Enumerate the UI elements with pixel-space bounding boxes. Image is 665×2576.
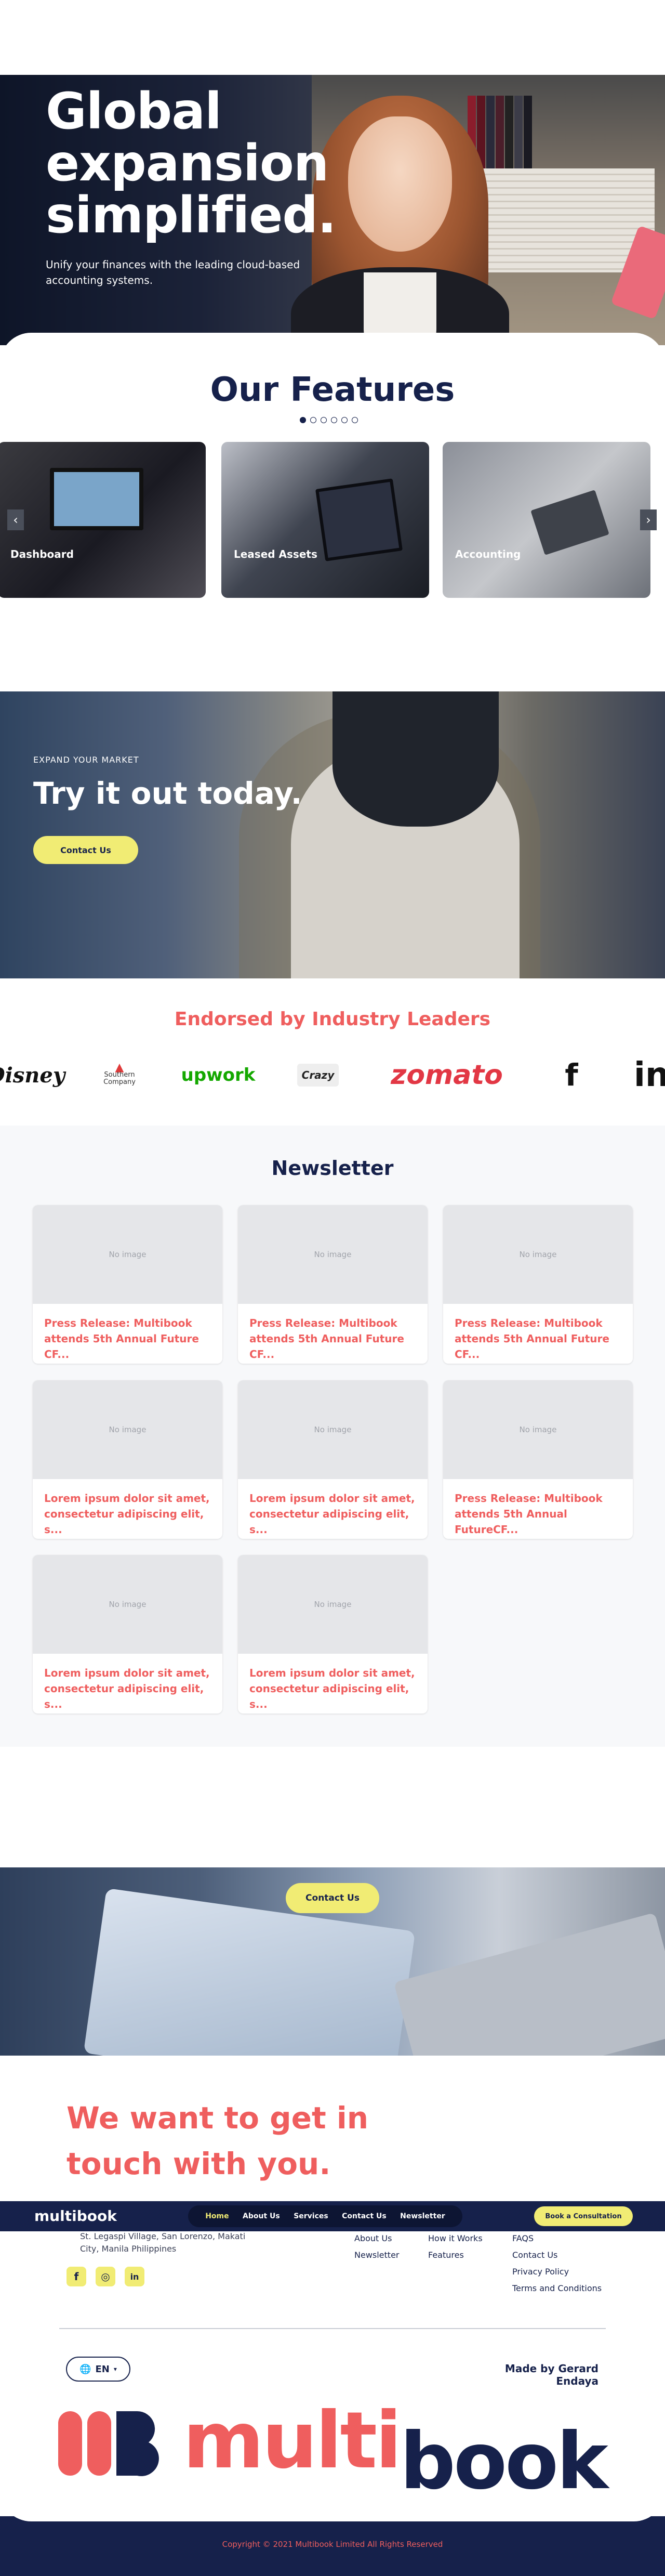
newsletter-card[interactable]: No image Lorem ipsum dolor sit amet, con… [33,1380,222,1539]
newsletter-card-image: No image [238,1380,428,1479]
chevron-right-icon[interactable]: › [640,509,657,530]
carousel-dot[interactable] [321,417,327,423]
newsletter-card-image: No image [238,1205,428,1304]
globe-icon: 🌐 [79,2363,91,2375]
footer-link-how-it-works[interactable]: How it Works [428,2233,483,2243]
copyright-text: Copyright © 2021 Multibook Limited All R… [222,2540,443,2549]
newsletter-card-title[interactable]: Press Release: Multibook attends 5th Ann… [455,1490,621,1537]
newsletter-card[interactable]: No image Press Release: Multibook attend… [443,1380,633,1539]
disney-logo: Disney [0,1063,65,1088]
multibook-logo-icon [58,2411,159,2476]
instagram-icon[interactable]: ◎ [96,2267,115,2286]
chevron-down-icon: ▾ [113,2365,117,2373]
newsletter-card-title[interactable]: Lorem ipsum dolor sit amet, consectetur … [44,1490,210,1537]
newsletter-card-image: No image [33,1205,222,1304]
contact-background-image [83,1888,416,2056]
brand-logo[interactable]: multibook [34,2207,117,2225]
language-selector[interactable]: 🌐 EN ▾ [66,2357,130,2382]
footer-address: St. Legaspi Village, San Lorenzo, Makati… [80,2231,246,2254]
endorsed-title: Endorsed by Industry Leaders [174,1009,491,1030]
newsletter-card-title[interactable]: Press Release: Multibook attends 5th Ann… [44,1315,210,1362]
nav-link-contact-us[interactable]: Contact Us [342,2212,387,2220]
contact-us-button[interactable]: Contact Us [286,1883,379,1913]
feature-card-label: Leased Assets [234,548,317,560]
logo-multi: multi [183,2396,402,2486]
footer-link-terms[interactable]: Terms and Conditions [512,2283,602,2293]
newsletter-card[interactable]: No image Lorem ipsum dolor sit amet, con… [33,1555,222,1714]
features-title: Our Features [210,371,455,409]
newsletter-card[interactable]: No image Press Release: Multibook attend… [33,1205,222,1364]
newsletter-card-title[interactable]: Press Release: Multibook attends 5th Ann… [455,1315,621,1362]
book-consultation-button[interactable]: Book a Consultation [534,2206,633,2226]
newsletter-card[interactable]: No image Lorem ipsum dolor sit amet, con… [238,1555,428,1714]
southern-company-logo: ▲ Southern Company [103,1061,136,1086]
chevron-left-icon[interactable]: ‹ [7,509,24,530]
newsletter-card-image: No image [443,1205,633,1304]
linkedin-icon[interactable]: in [125,2267,144,2286]
feature-card-label: Dashboard [10,548,74,560]
contact-title: We want to get in touch with you. [66,2100,369,2181]
zomato-logo: zomato [391,1060,503,1091]
footer-big-logo: multi book [58,2402,614,2501]
feature-card-label: Accounting [455,548,521,560]
contact-image-section: Contact Us [0,1867,665,2056]
footer-link-privacy-policy[interactable]: Privacy Policy [512,2267,569,2277]
carousel-dot[interactable] [341,417,348,423]
newsletter-card-image: No image [443,1380,633,1479]
top-navbar: multibook Home About Us Services Contact… [0,2201,665,2231]
footer-link-faqs[interactable]: FAQS [512,2233,534,2243]
newsletter-card-title[interactable]: Lorem ipsum dolor sit amet, consectetur … [44,1665,210,1712]
footer-link-about-us[interactable]: About Us [354,2233,392,2243]
newsletter-card[interactable]: No image Lorem ipsum dolor sit amet, con… [238,1380,428,1539]
newsletter-card[interactable]: No image Press Release: Multibook attend… [238,1205,428,1364]
try-title: Try it out today. [33,776,302,811]
feature-card-leased-assets[interactable]: Leased Assets [221,442,429,598]
contact-us-button[interactable]: Contact Us [33,836,138,864]
carousel-dot[interactable] [300,417,306,423]
facebook-logo: f [565,1057,578,1093]
footer-link-contact-us[interactable]: Contact Us [512,2250,557,2260]
carousel-dot[interactable] [331,417,337,423]
nav-link-home[interactable]: Home [205,2212,229,2220]
nav-link-services[interactable]: Services [294,2212,328,2220]
feature-card-dashboard[interactable]: Dashboard [0,442,206,598]
nav-links: Home About Us Services Contact Us Newsle… [188,2205,462,2227]
upwork-logo: upwork [181,1065,256,1086]
footer-link-features[interactable]: Features [428,2250,464,2260]
hero-section: Global expansion simplified. Unify your … [0,75,665,345]
newsletter-card-title[interactable]: Press Release: Multibook attends 5th Ann… [249,1315,416,1362]
features-section: Our Features Dashboard Leased Assets Acc… [0,333,665,655]
newsletter-title: Newsletter [271,1157,394,1180]
nav-link-newsletter[interactable]: Newsletter [400,2212,445,2220]
language-label: EN [95,2363,110,2375]
crazy-logo: Crazy [297,1064,339,1087]
linkedin-logo: in [634,1056,665,1094]
logo-book: book [400,2416,608,2507]
footer-link-newsletter[interactable]: Newsletter [354,2250,400,2260]
newsletter-card-image: No image [238,1555,428,1654]
newsletter-section: Newsletter No image Press Release: Multi… [0,1126,665,1747]
try-kicker: EXPAND YOUR MARKET [33,755,139,765]
hero-subtitle: Unify your finances with the leading clo… [46,258,300,286]
carousel-dot[interactable] [310,417,316,423]
facebook-icon[interactable]: f [66,2267,86,2286]
hero-title: Global expansion simplified. [46,82,337,244]
footer-divider [59,2328,606,2329]
carousel-dots [300,417,367,425]
newsletter-card-image: No image [33,1555,222,1654]
feature-card-accounting[interactable]: Accounting [443,442,650,598]
newsletter-card[interactable]: No image Press Release: Multibook attend… [443,1205,633,1364]
carousel-dot[interactable] [352,417,358,423]
newsletter-card-image: No image [33,1380,222,1479]
try-section: EXPAND YOUR MARKET Try it out today. Con… [0,691,665,978]
nav-link-about-us[interactable]: About Us [243,2212,280,2220]
made-by-credit: Made by Gerard Endaya [504,2362,598,2387]
newsletter-card-title[interactable]: Lorem ipsum dolor sit amet, consectetur … [249,1490,416,1537]
newsletter-card-title[interactable]: Lorem ipsum dolor sit amet, consectetur … [249,1665,416,1712]
